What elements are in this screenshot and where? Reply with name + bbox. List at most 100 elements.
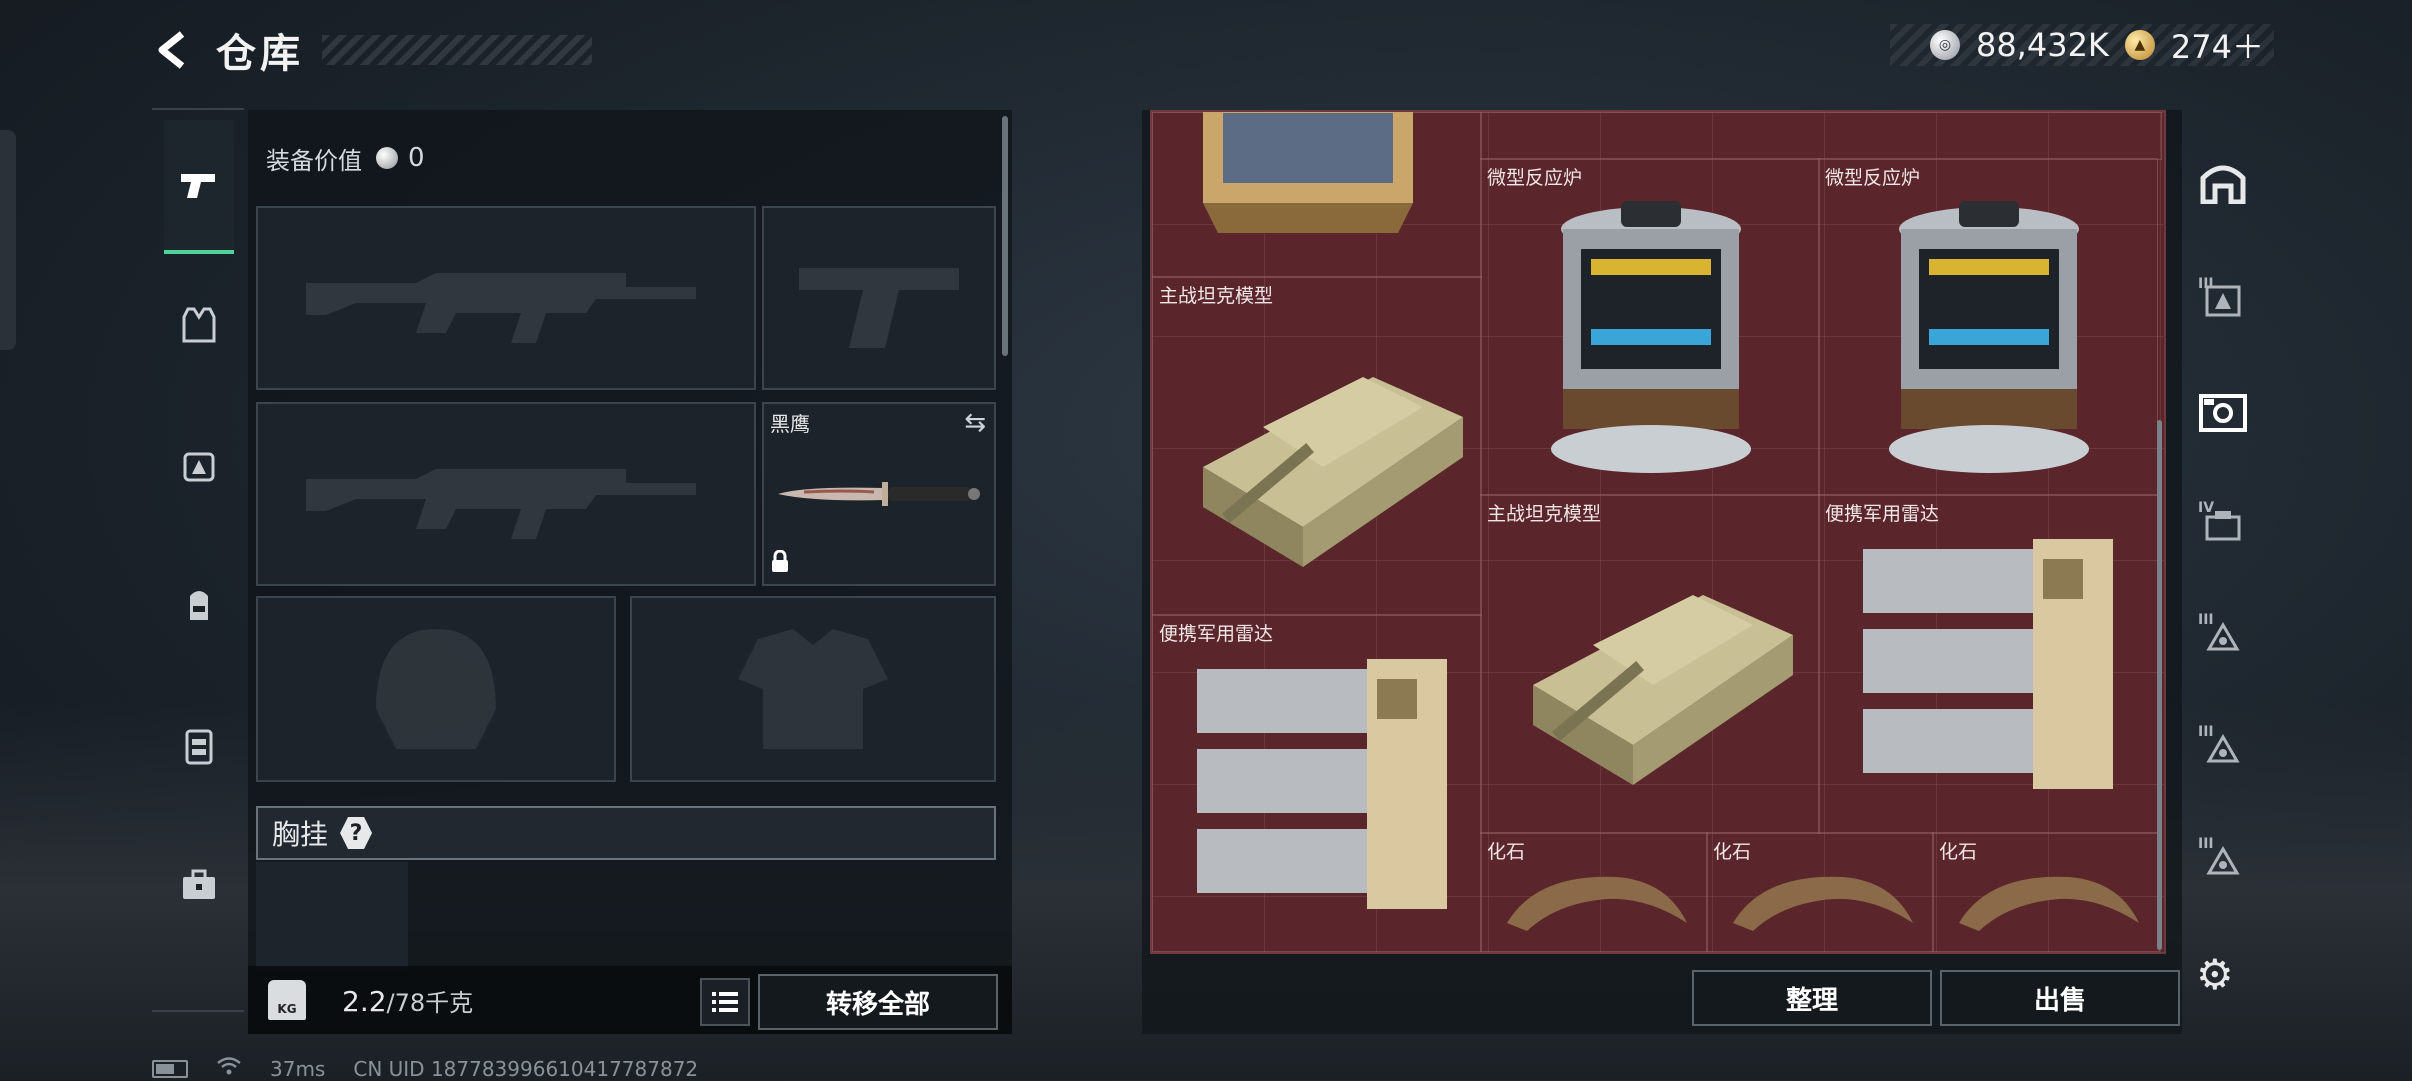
tab-storage-3-icon[interactable]: III [2192,266,2254,336]
item-name: 化石 [1713,841,1752,863]
tab-home-arch-icon[interactable] [2192,146,2254,216]
equipment-value: 0 [408,143,425,173]
storage-strip-top [1480,112,2162,160]
gear-icon[interactable]: ⚙ [2196,950,2234,999]
equipment-bottom-bar: KG 2.2/78千克 转移全部 [248,966,1012,1034]
page-title: 仓库 [216,31,304,77]
primary-weapon-slot[interactable] [256,206,756,390]
weight-readout: 2.2/78千克 [342,983,473,1018]
storage-item-radar[interactable]: 便携军用雷达 [1818,494,2158,834]
storage-tabs-rail: III IV III III III [2188,110,2258,1010]
item-name: 便携军用雷达 [1825,503,1940,525]
chest-rig-slot[interactable] [256,862,408,972]
uid-readout: CN UID 18778399661041778787​2 [353,1056,699,1081]
tab-storage-3c-icon[interactable]: III [2192,714,2254,784]
storage-scrollbar[interactable] [2157,420,2162,950]
weight-value: 2.2 [342,984,387,1018]
item-name: 化石 [1939,841,1978,863]
equipment-panel: 装备价值 0 黑鹰 ⇆ 胸挂 ? KG 2.2/78千克 转移全部 [248,110,1012,1034]
storage-grid: 微型反应炉 微型反应炉 主战坦克模型 主战坦克模型 便携军用雷达 便携军用雷达 … [1150,110,2166,954]
edge-handle[interactable] [0,130,16,350]
currency-bar: ◎ 88,432K ▲ 274＋ [1889,22,2274,68]
ping-readout: 37ms [270,1056,326,1081]
transfer-all-button[interactable]: 转移全部 [758,974,998,1030]
chest-rig-label: 胸挂 [272,818,329,851]
ornate-box-icon [1203,112,1413,233]
tab-roman: III [2198,724,2214,740]
rifle-silhouette-icon [258,404,754,584]
storage-item-fossil[interactable]: 化石 [1480,832,1708,952]
storage-item-tank[interactable]: 主战坦克模型 [1152,276,1482,616]
rail-backpack-icon[interactable] [164,540,234,670]
equipment-value-label: 装备价值 [266,146,362,175]
item-name: 主战坦克模型 [1487,503,1602,525]
rail-medkit-icon[interactable] [164,400,234,530]
rail-pistol-icon[interactable] [164,120,234,254]
melee-slot[interactable]: 黑鹰 ⇆ [762,402,996,586]
chest-rig-row[interactable]: 胸挂 ? [256,806,996,860]
rifle-silhouette-icon [258,208,754,388]
battery-icon [152,1059,188,1078]
gold-coin-icon: ▲ [2124,30,2155,60]
silver-coin-icon: ◎ [1929,30,1960,60]
armor-silhouette-icon [632,598,994,780]
storage-item-radar[interactable]: 便携军用雷达 [1152,614,1482,952]
pistol-silhouette-icon [764,208,994,388]
tab-roman: III [2198,836,2214,852]
tank-icon [1203,377,1463,567]
fossil-claw-icon [1959,876,2139,931]
sell-button[interactable]: 出售 [1940,970,2180,1026]
weight-capacity: /78千克 [386,988,474,1017]
item-name: 便携军用雷达 [1159,623,1274,645]
item-name: 主战坦克模型 [1159,285,1274,307]
equipment-value-row: 装备价值 0 [266,128,1002,188]
silver-value: 88,432K [1975,26,2109,64]
category-rail [152,108,244,1012]
weight-icon: KG [268,980,306,1020]
reactor-icon [1551,201,1751,473]
item-name: 化石 [1487,841,1526,863]
secondary-weapon-slot[interactable] [256,402,756,586]
fossil-claw-icon [1733,876,1913,931]
rail-case-icon[interactable] [164,820,234,950]
help-icon[interactable]: ? [340,817,373,849]
wifi-icon [216,1056,242,1081]
storage-item-fossil[interactable]: 化石 [1706,832,1934,952]
tab-storage-4-icon[interactable]: IV [2192,490,2254,560]
rail-vest-icon[interactable] [164,260,234,390]
item-name: 微型反应炉 [1487,167,1583,189]
lock-icon [770,549,790,580]
storage-item-reactor[interactable]: 微型反应炉 [1480,158,1820,496]
status-bar: 37ms CN UID 18778399661041778787​2 [152,1056,698,1081]
silver-coin-icon [376,147,398,169]
tab-roman: IV [2198,500,2215,516]
storage-item-partial[interactable] [1152,112,1482,278]
tab-storage-3d-icon[interactable]: III [2192,826,2254,896]
top-header: 仓库 [150,22,592,78]
storage-item-tank[interactable]: 主战坦克模型 [1480,494,1820,834]
tab-storage-special-icon[interactable] [2192,378,2254,448]
storage-item-fossil[interactable]: 化石 [1932,832,2160,952]
fossil-claw-icon [1507,876,1687,931]
rail-chest-rig-icon[interactable] [164,680,234,810]
title-stripe [322,35,592,65]
back-arrow-icon[interactable] [150,28,194,72]
tab-storage-3b-icon[interactable]: III [2192,602,2254,672]
radar-icon [1197,659,1447,909]
list-view-button[interactable] [700,978,750,1026]
sort-button[interactable]: 整理 [1692,970,1932,1026]
pistol-slot[interactable] [762,206,996,390]
knife-icon [764,404,994,584]
equipment-scrollbar[interactable] [1002,116,1008,356]
reactor-icon [1889,201,2089,473]
helmet-silhouette-icon [258,598,614,780]
armor-slot[interactable] [630,596,996,782]
helmet-slot[interactable] [256,596,616,782]
radar-icon [1863,539,2113,789]
item-name: 微型反应炉 [1825,167,1921,189]
storage-item-reactor[interactable]: 微型反应炉 [1818,158,2158,496]
gold-value[interactable]: 274＋ [2171,22,2264,68]
tab-roman: III [2198,276,2214,292]
tank-icon [1533,595,1793,785]
tab-roman: III [2198,612,2214,628]
